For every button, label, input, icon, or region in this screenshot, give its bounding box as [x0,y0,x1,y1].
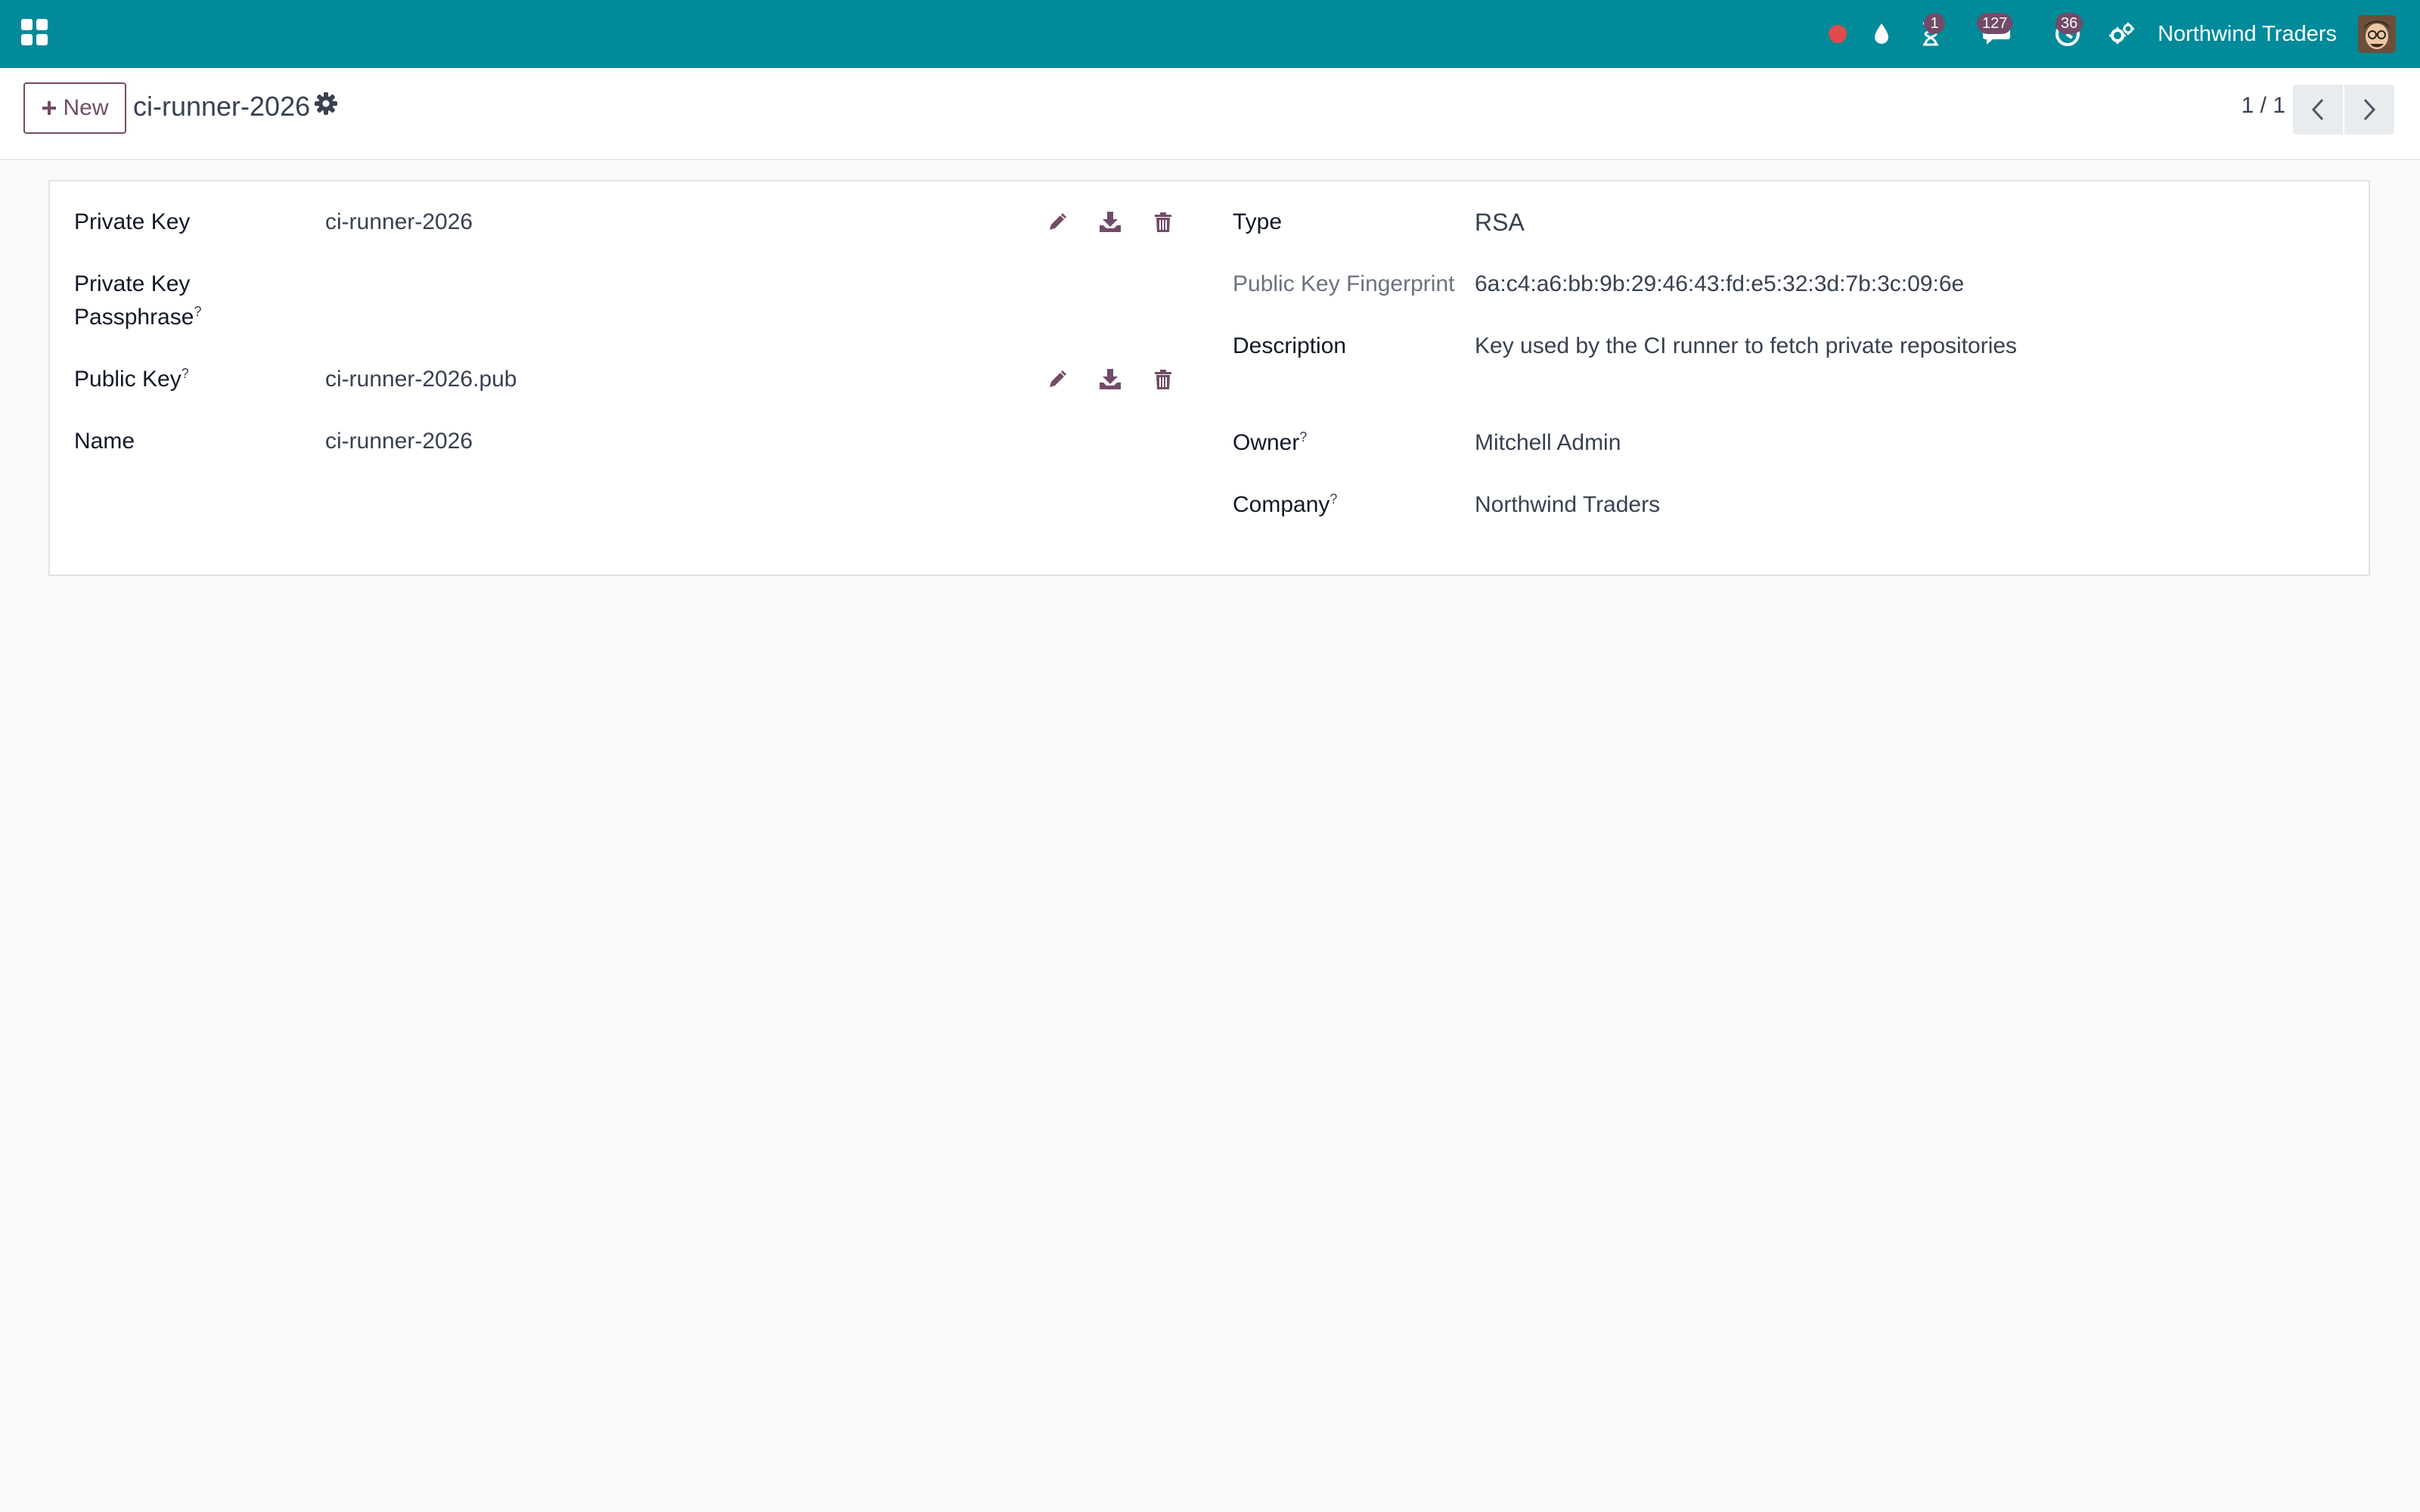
help-tooltip-icon[interactable]: ? [1329,491,1337,507]
water-drop-icon[interactable] [1859,0,1904,68]
plus-icon: + [41,92,57,123]
edit-private-key-button[interactable] [1042,207,1072,237]
public-key-actions [1042,364,1178,395]
activity-menu[interactable]: 1 [1904,0,1957,68]
delete-public-key-button[interactable] [1148,364,1178,395]
help-tooltip-icon[interactable]: ? [1299,429,1307,445]
type-label: Type [1233,209,1283,234]
public-key-field[interactable]: ci-runner-2026.pub [325,363,517,396]
download-private-key-button[interactable] [1095,207,1125,237]
public-key-label: Public Key? [74,363,189,396]
chevron-left-icon [2311,98,2324,121]
passphrase-label: Private Key [74,268,190,301]
record-dot-icon[interactable] [1817,0,1859,68]
help-tooltip-icon[interactable]: ? [182,366,189,381]
company-label: Company? [1233,488,1337,522]
private-key-label: Private Key [74,209,191,234]
chevron-right-icon [2363,98,2376,121]
form-sheet: Private Key ci-runner-2026 Private Key P… [48,180,2370,576]
pager-value[interactable]: 1 / 1 [2242,93,2285,119]
private-key-actions [1042,207,1178,237]
timer-menu[interactable]: 36 [2036,0,2099,68]
download-icon [1100,369,1121,389]
owner-label-text: Owner [1233,430,1300,455]
activity-badge: 1 [1924,13,1945,34]
company-label-text: Company [1233,492,1330,517]
fingerprint-label: Public Key Fingerprint [1233,271,1455,296]
settings-icon[interactable] [2099,0,2145,68]
help-tooltip-icon[interactable]: ? [194,304,201,319]
new-button-label: New [63,95,109,120]
private-key-field[interactable]: ci-runner-2026 [325,206,473,239]
gear-icon[interactable] [315,92,337,119]
passphrase-label-second-line: Passphrase? [74,301,201,334]
pager-next-button[interactable] [2344,85,2394,135]
timers-badge: 36 [2055,13,2083,34]
avatar [2358,15,2396,53]
messaging-menu[interactable]: 127 [1957,0,2036,68]
messages-badge: 127 [1977,13,2013,34]
company-name: Northwind Traders [2158,21,2337,46]
description-field[interactable]: Key used by the CI runner to fetch priva… [1475,330,2017,363]
download-public-key-button[interactable] [1095,364,1125,395]
pager-previous-button[interactable] [2293,85,2343,135]
delete-private-key-button[interactable] [1148,207,1178,237]
page-title: ci-runner-2026 [133,91,311,122]
pencil-icon [1050,370,1066,387]
edit-public-key-button[interactable] [1042,364,1072,395]
trash-icon [1155,370,1171,389]
control-panel: + New ci-runner-2026 1 / 1 [0,68,2420,160]
apps-icon[interactable] [21,19,48,46]
company-switcher[interactable]: Northwind Traders [2145,0,2358,68]
systray: 1 127 36 Northwind Traders [1817,0,2420,68]
trash-icon [1155,212,1171,232]
download-icon [1100,212,1121,232]
top-navbar: 1 127 36 Northwind Traders [0,0,2420,68]
new-button[interactable]: + New [23,82,126,134]
type-select[interactable]: RSA [1475,206,1525,239]
passphrase-label-line2: Passphrase [74,305,194,330]
owner-field[interactable]: Mitchell Admin [1475,426,1621,460]
name-label: Name [74,429,135,454]
name-field[interactable]: ci-runner-2026 [325,425,473,458]
fingerprint-value: 6a:c4:a6:bb:9b:29:46:43:fd:e5:32:3d:7b:3… [1475,271,1965,296]
description-label: Description [1233,333,1347,358]
owner-label: Owner? [1233,426,1307,460]
company-field[interactable]: Northwind Traders [1475,488,1660,522]
user-menu[interactable] [2358,0,2420,68]
passphrase-label-line1: Private Key [74,271,191,296]
pencil-icon [1050,213,1066,230]
public-key-label-text: Public Key [74,367,182,392]
